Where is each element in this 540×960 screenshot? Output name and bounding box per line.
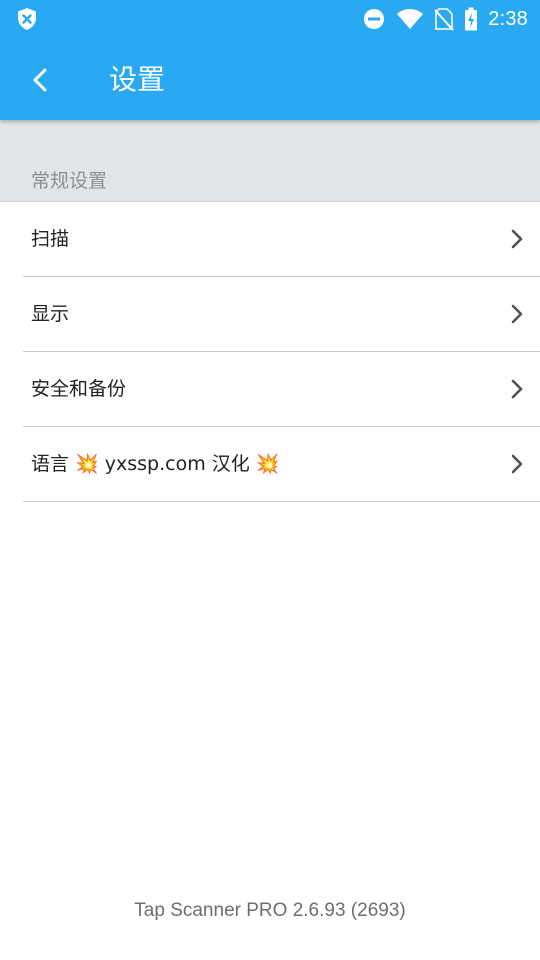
chevron-left-icon — [33, 68, 47, 92]
section-title: 常规设置 — [31, 170, 108, 192]
status-icons: 2:38 — [362, 0, 528, 38]
settings-item-label: 安全和备份 — [31, 378, 127, 400]
do-not-disturb-icon — [364, 9, 385, 29]
back-button[interactable] — [18, 58, 62, 102]
section-header: 常规设置 — [0, 120, 540, 202]
wifi-icon — [397, 9, 424, 29]
version-text: Tap Scanner PRO 2.6.93 (2693) — [134, 900, 406, 921]
settings-screen: 2:38 设置 常规设置 扫描 显示 安全和备份 语言 💥 yxssp.com … — [0, 0, 540, 960]
shield-x-icon — [18, 8, 36, 30]
page-title: 设置 — [109, 63, 166, 96]
no-sim-icon — [434, 8, 455, 31]
settings-item-language[interactable]: 语言 💥 yxssp.com 汉化 💥 — [23, 427, 540, 502]
settings-item-label: 扫描 — [31, 228, 70, 250]
chevron-right-icon — [511, 229, 523, 249]
settings-item-label: 显示 — [31, 303, 70, 325]
settings-item-scan[interactable]: 扫描 — [23, 202, 540, 277]
battery-charging-icon — [465, 7, 478, 31]
app-bar: 设置 — [0, 38, 540, 120]
settings-item-display[interactable]: 显示 — [23, 277, 540, 352]
settings-list: 扫描 显示 安全和备份 语言 💥 yxssp.com 汉化 💥 — [0, 202, 540, 502]
status-time: 2:38 — [488, 7, 528, 30]
settings-item-label: 语言 💥 yxssp.com 汉化 💥 — [31, 453, 280, 475]
settings-item-security-backup[interactable]: 安全和备份 — [23, 352, 540, 427]
chevron-right-icon — [511, 454, 523, 474]
chevron-right-icon — [511, 304, 523, 324]
chevron-right-icon — [511, 379, 523, 399]
status-bar: 2:38 — [0, 0, 540, 38]
